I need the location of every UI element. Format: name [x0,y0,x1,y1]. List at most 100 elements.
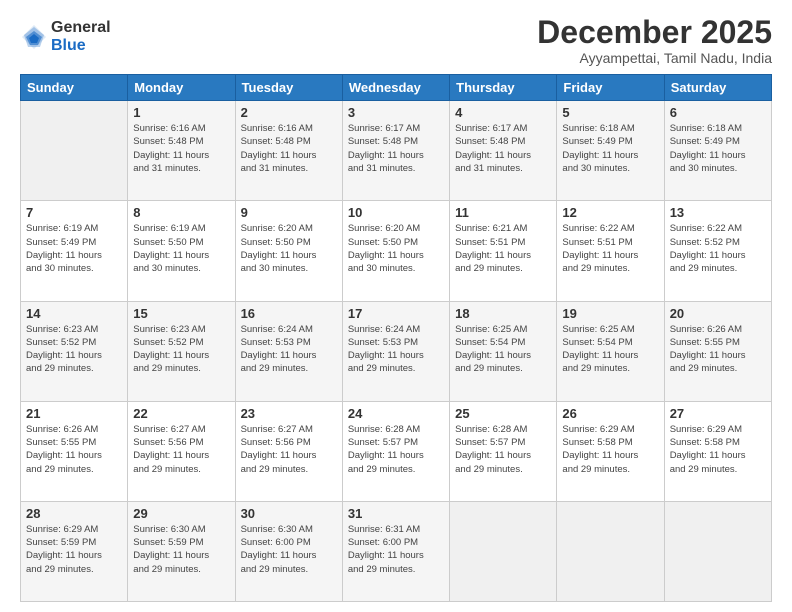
sunset-text: Sunset: 5:48 PM [241,135,337,148]
sunrise-text: Sunrise: 6:17 AM [455,122,551,135]
day-number: 6 [670,105,766,120]
sunset-text: Sunset: 5:59 PM [26,536,122,549]
sunset-text: Sunset: 5:49 PM [26,236,122,249]
table-row: 16Sunrise: 6:24 AMSunset: 5:53 PMDayligh… [235,301,342,401]
daylight-text: Daylight: 11 hoursand 31 minutes. [348,149,444,176]
sunrise-text: Sunrise: 6:26 AM [670,323,766,336]
table-row: 6Sunrise: 6:18 AMSunset: 5:49 PMDaylight… [664,101,771,201]
sunrise-text: Sunrise: 6:19 AM [133,222,229,235]
sunset-text: Sunset: 5:52 PM [133,336,229,349]
table-row: 11Sunrise: 6:21 AMSunset: 5:51 PMDayligh… [450,201,557,301]
logo-general-text: General [51,19,111,37]
day-info: Sunrise: 6:27 AMSunset: 5:56 PMDaylight:… [133,423,229,476]
table-row: 28 Sunrise: 6:29 AMSunset: 5:59 PMDayligh… [21,501,128,601]
sunset-text: Sunset: 5:58 PM [670,436,766,449]
sunrise-text: Sunrise: 6:22 AM [562,222,658,235]
table-row: 2Sunrise: 6:16 AMSunset: 5:48 PMDaylight… [235,101,342,201]
day-number: 23 [241,406,337,421]
day-info: Sunrise: 6:28 AMSunset: 5:57 PMDaylight:… [455,423,551,476]
table-row: 21 Sunrise: 6:26 AMSunset: 5:55 PMDayligh… [21,401,128,501]
table-row: 15Sunrise: 6:23 AMSunset: 5:52 PMDayligh… [128,301,235,401]
table-row: 14Sunrise: 6:23 AMSunset: 5:52 PMDayligh… [21,301,128,401]
day-info: Sunrise: 6:17 AMSunset: 5:48 PMDaylight:… [348,122,444,175]
day-info: Sunrise: 6:23 AMSunset: 5:52 PMDaylight:… [133,323,229,376]
header-wednesday: Wednesday [342,75,449,101]
day-number: 17 [348,306,444,321]
daylight-text: Daylight: 11 hoursand 29 minutes. [26,449,122,476]
sunrise-text: Sunrise: 6:20 AM [348,222,444,235]
sunset-text: Sunset: 5:48 PM [348,135,444,148]
table-row: 25 Sunrise: 6:28 AMSunset: 5:57 PMDayligh… [450,401,557,501]
sunset-text: Sunset: 5:53 PM [241,336,337,349]
day-info: Sunrise: 6:16 AMSunset: 5:48 PMDaylight:… [133,122,229,175]
table-row: 26Sunrise: 6:29 AMSunset: 5:58 PMDayligh… [557,401,664,501]
daylight-text: Daylight: 11 hoursand 29 minutes. [670,349,766,376]
sunrise-text: Sunrise: 6:29 AM [562,423,658,436]
calendar-week-row: 21Sunrise: 6:26 AMSunset: 5:55 PMDayligh… [21,401,772,501]
sunrise-text: Sunrise: 6:18 AM [562,122,658,135]
daylight-text: Daylight: 11 hoursand 29 minutes. [241,349,337,376]
sunset-text: Sunset: 5:54 PM [562,336,658,349]
day-number: 4 [455,105,551,120]
sunrise-text: Sunrise: 6:31 AM [348,523,444,536]
header: General Blue December 2025 Ayyampettai, … [20,15,772,66]
sunrise-text: Sunrise: 6:29 AM [670,423,766,436]
sunset-text: Sunset: 5:50 PM [241,236,337,249]
daylight-text: Daylight: 11 hoursand 29 minutes. [241,449,337,476]
daylight-text: Daylight: 11 hoursand 31 minutes. [241,149,337,176]
sunset-text: Sunset: 5:56 PM [133,436,229,449]
day-number: 18 [455,306,551,321]
day-number: 29 [133,506,229,521]
sunset-text: Sunset: 6:00 PM [241,536,337,549]
sunrise-text: Sunrise: 6:24 AM [348,323,444,336]
table-row: 3Sunrise: 6:17 AMSunset: 5:48 PMDaylight… [342,101,449,201]
sunset-text: Sunset: 5:51 PM [455,236,551,249]
sunrise-text: Sunrise: 6:25 AM [455,323,551,336]
day-number: 30 [241,506,337,521]
day-number: 8 [133,205,229,220]
sunrise-text: Sunrise: 6:27 AM [133,423,229,436]
sunrise-text: Sunrise: 6:30 AM [241,523,337,536]
sunrise-text: Sunrise: 6:27 AM [241,423,337,436]
day-number: 22 [133,406,229,421]
day-number: 25 [455,406,551,421]
table-row [450,501,557,601]
day-number: 28 [26,506,122,521]
day-info: Sunrise: 6:28 AMSunset: 5:57 PMDaylight:… [348,423,444,476]
daylight-text: Daylight: 11 hoursand 30 minutes. [241,249,337,276]
daylight-text: Daylight: 11 hoursand 29 minutes. [455,249,551,276]
day-number: 19 [562,306,658,321]
table-row: 8 Sunrise: 6:19 AMSunset: 5:50 PMDaylight… [128,201,235,301]
daylight-text: Daylight: 11 hoursand 29 minutes. [348,449,444,476]
day-info: Sunrise: 6:29 AMSunset: 5:59 PMDaylight:… [26,523,122,576]
day-info: Sunrise: 6:19 AMSunset: 5:50 PMDaylight:… [133,222,229,275]
day-info: Sunrise: 6:25 AMSunset: 5:54 PMDaylight:… [562,323,658,376]
daylight-text: Daylight: 11 hoursand 29 minutes. [348,549,444,576]
table-row: 29Sunrise: 6:30 AMSunset: 5:59 PMDayligh… [128,501,235,601]
calendar-header-row: Sunday Monday Tuesday Wednesday Thursday… [21,75,772,101]
daylight-text: Daylight: 11 hoursand 29 minutes. [562,449,658,476]
table-row [21,101,128,201]
table-row: 24Sunrise: 6:28 AMSunset: 5:57 PMDayligh… [342,401,449,501]
calendar-week-row: 1Sunrise: 6:16 AMSunset: 5:48 PMDaylight… [21,101,772,201]
sunset-text: Sunset: 5:50 PM [133,236,229,249]
table-row: 12Sunrise: 6:22 AMSunset: 5:51 PMDayligh… [557,201,664,301]
table-row: 17Sunrise: 6:24 AMSunset: 5:53 PMDayligh… [342,301,449,401]
header-tuesday: Tuesday [235,75,342,101]
sunset-text: Sunset: 5:49 PM [562,135,658,148]
day-info: Sunrise: 6:22 AMSunset: 5:52 PMDaylight:… [670,222,766,275]
daylight-text: Daylight: 11 hoursand 29 minutes. [670,449,766,476]
sunset-text: Sunset: 5:57 PM [348,436,444,449]
day-number: 12 [562,205,658,220]
day-number: 9 [241,205,337,220]
sunrise-text: Sunrise: 6:26 AM [26,423,122,436]
sunset-text: Sunset: 5:55 PM [26,436,122,449]
day-info: Sunrise: 6:20 AMSunset: 5:50 PMDaylight:… [241,222,337,275]
table-row: 7Sunrise: 6:19 AMSunset: 5:49 PMDaylight… [21,201,128,301]
header-saturday: Saturday [664,75,771,101]
calendar-table: Sunday Monday Tuesday Wednesday Thursday… [20,74,772,602]
sunrise-text: Sunrise: 6:16 AM [241,122,337,135]
day-number: 21 [26,406,122,421]
day-info: Sunrise: 6:29 AMSunset: 5:58 PMDaylight:… [670,423,766,476]
daylight-text: Daylight: 11 hoursand 29 minutes. [26,549,122,576]
